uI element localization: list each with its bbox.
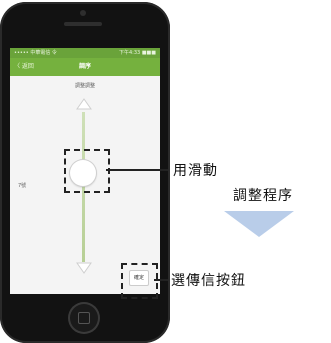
back-button[interactable]: 〈 返回 bbox=[14, 58, 34, 76]
status-carrier: ••••• 中華電信 令 bbox=[14, 50, 57, 56]
button-highlight-box bbox=[121, 263, 158, 299]
home-button[interactable] bbox=[68, 302, 100, 334]
arrow-down-icon bbox=[224, 211, 294, 237]
button-annotation: 選傳信按鈕 bbox=[171, 273, 246, 289]
speaker-grille bbox=[64, 22, 102, 26]
camera-icon bbox=[80, 10, 86, 16]
triangle-down-icon[interactable] bbox=[76, 262, 92, 274]
triangle-up-icon[interactable] bbox=[76, 98, 92, 110]
status-bar: ••••• 中華電信 令 下午4:33 ■■■ bbox=[10, 48, 160, 58]
slider-caption: 調整調整 bbox=[74, 83, 95, 89]
button-callout-line bbox=[154, 279, 168, 281]
slider-highlight-box bbox=[64, 149, 110, 193]
slider-annotation-line2: 調整程序 bbox=[233, 188, 293, 204]
side-label: 7號 bbox=[18, 183, 27, 189]
status-time-battery: 下午4:33 ■■■ bbox=[119, 50, 156, 56]
slider-annotation-line1: 用滑動 bbox=[173, 163, 218, 179]
slider-callout-line bbox=[106, 169, 168, 171]
navigation-bar: 調序 〈 返回 bbox=[10, 58, 160, 76]
